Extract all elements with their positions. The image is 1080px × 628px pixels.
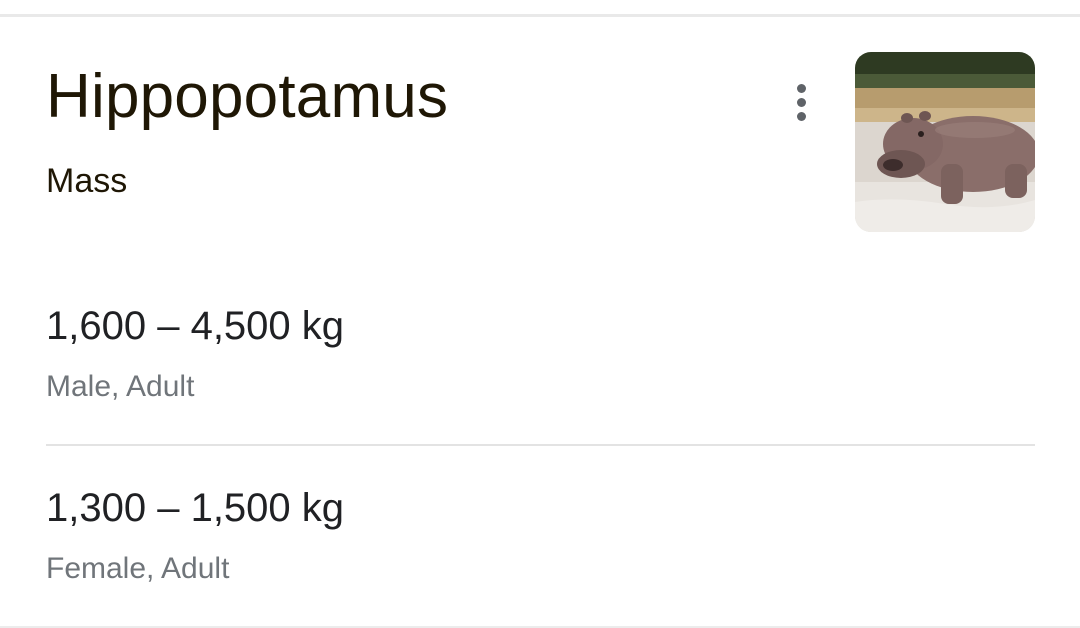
top-divider	[0, 0, 1080, 17]
mass-qualifier-male: Male, Adult	[46, 370, 195, 403]
entity-thumbnail[interactable]	[855, 52, 1035, 232]
knowledge-card: Hippopotamus Mass 1,600 – 4,500 kg Male,…	[0, 0, 1080, 628]
hippopotamus-photo-icon	[855, 52, 1035, 232]
row-divider	[46, 444, 1035, 446]
more-options-button[interactable]	[778, 76, 824, 128]
more-vert-icon-dot	[796, 97, 806, 107]
mass-range-female: 1,300 – 1,500 kg	[46, 486, 345, 530]
more-vert-icon-dot	[796, 111, 806, 121]
attribute-label: Mass	[46, 162, 128, 200]
more-vert-icon	[796, 83, 806, 93]
mass-qualifier-female: Female, Adult	[46, 552, 230, 585]
entity-title: Hippopotamus	[46, 62, 449, 131]
mass-range-male: 1,600 – 4,500 kg	[46, 304, 345, 348]
